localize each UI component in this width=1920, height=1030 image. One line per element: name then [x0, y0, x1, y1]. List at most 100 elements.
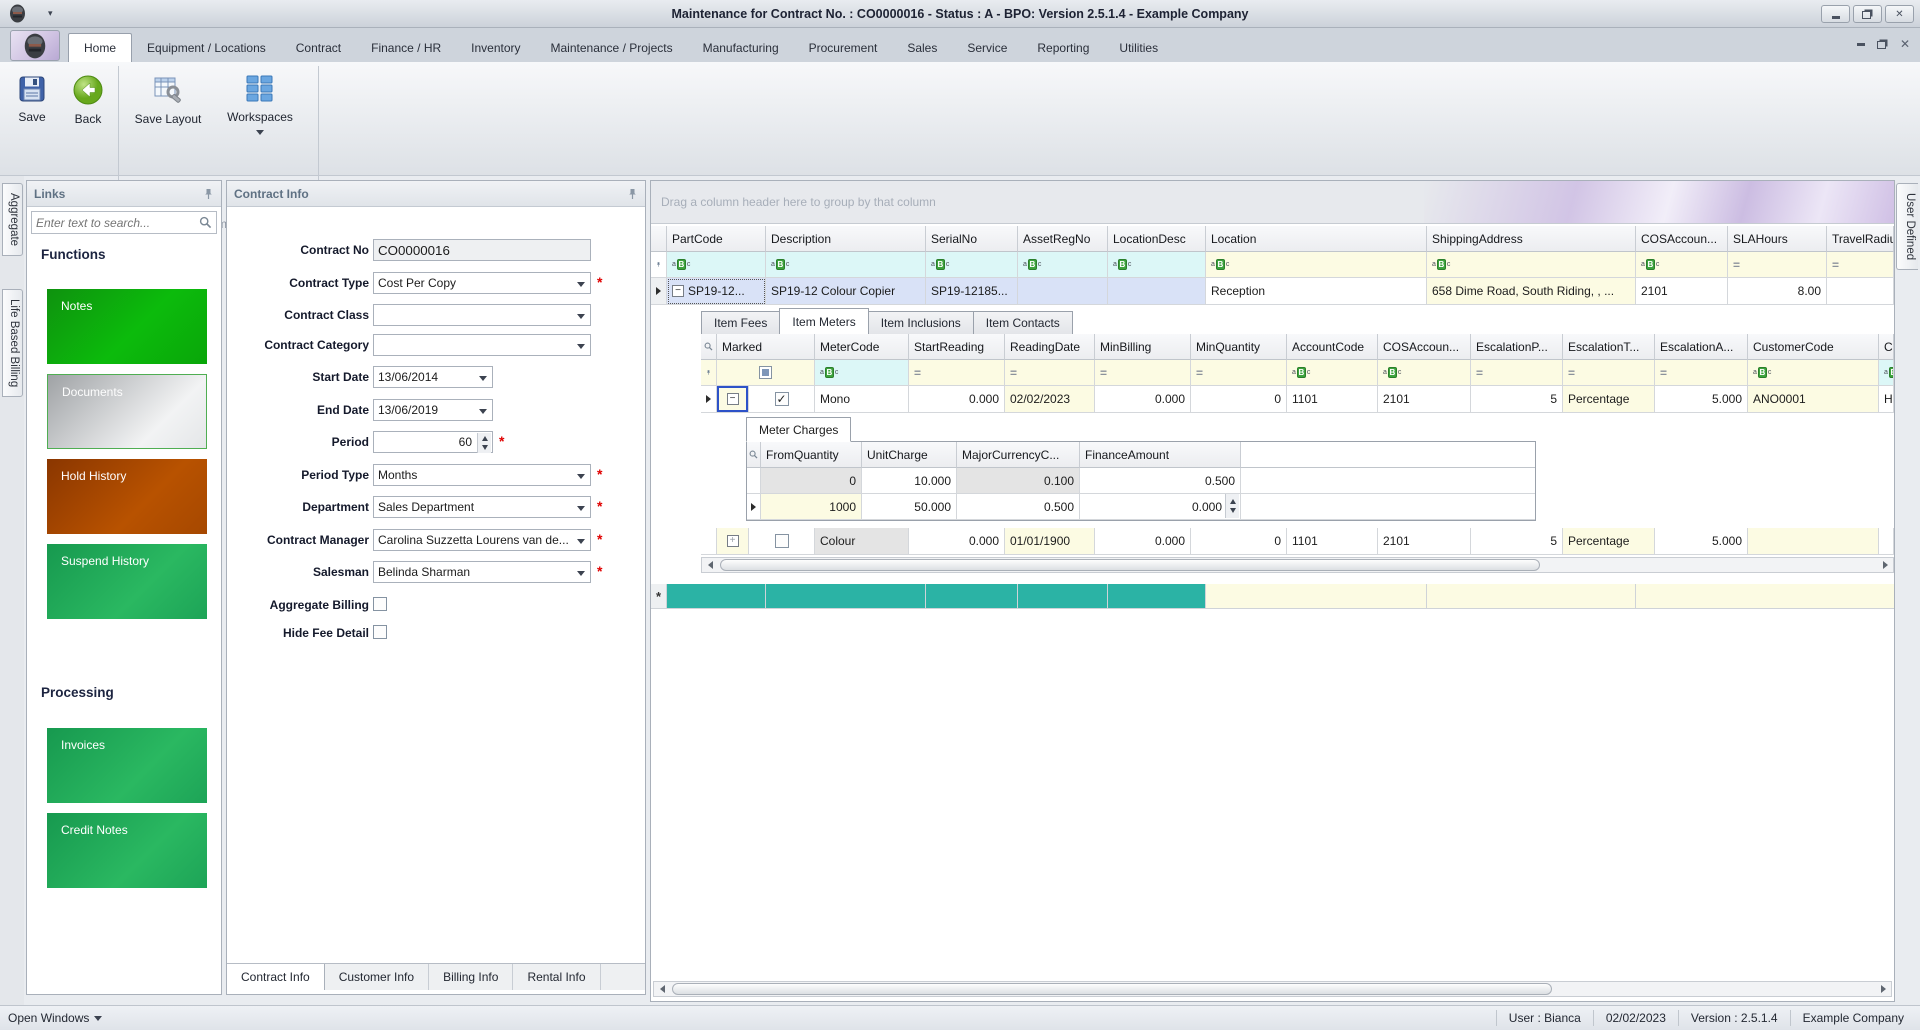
ribbon-tab-finance-hr[interactable]: Finance / HR — [356, 33, 456, 62]
column-header-shippingaddress[interactable]: ShippingAddress — [1427, 226, 1636, 252]
ribbon-tab-sales[interactable]: Sales — [892, 33, 952, 62]
column-header-minquantity[interactable]: MinQuantity — [1191, 334, 1287, 360]
cell-escalationp[interactable]: 5 — [1471, 528, 1563, 555]
scroll-right-icon[interactable] — [1877, 558, 1893, 572]
column-header-minbilling[interactable]: MinBilling — [1095, 334, 1191, 360]
filter-cell-customercode[interactable]: aBc — [1748, 360, 1879, 386]
mdi-restore-icon[interactable] — [1877, 41, 1886, 49]
column-header-slahours[interactable]: SLAHours — [1728, 226, 1827, 252]
equipment-horizontal-scrollbar[interactable] — [653, 981, 1892, 997]
column-header-escalationp[interactable]: EscalationP... — [1471, 334, 1563, 360]
workspaces-button[interactable]: Workspaces — [218, 68, 302, 160]
tab-billing-info[interactable]: Billing Info — [429, 964, 513, 990]
tab-item-contacts[interactable]: Item Contacts — [973, 311, 1073, 335]
open-windows-button[interactable]: Open Windows — [8, 1011, 102, 1025]
contract-manager-combo[interactable]: Carolina Suzzetta Lourens van de... — [373, 529, 591, 551]
filter-cell-escalationp[interactable]: = — [1471, 360, 1563, 386]
save-button[interactable]: Save — [4, 68, 60, 160]
cell-metercode[interactable]: Mono — [815, 386, 909, 413]
tab-meter-charges[interactable]: Meter Charges — [746, 417, 851, 442]
cell-escalationa[interactable]: 5.000 — [1655, 528, 1748, 555]
new-cell-assetregno[interactable] — [1018, 584, 1108, 609]
filter-cell-startreading[interactable]: = — [909, 360, 1005, 386]
back-button[interactable]: Back — [62, 68, 114, 160]
cell-accountcode[interactable]: 1101 — [1287, 528, 1378, 555]
column-header-fromquantity[interactable]: FromQuantity — [761, 442, 862, 468]
tab-customer-info[interactable]: Customer Info — [325, 964, 429, 990]
filter-cell-marked[interactable] — [717, 360, 815, 386]
new-cell-rest[interactable] — [1636, 584, 1894, 609]
collapse-row-icon[interactable]: − — [672, 285, 684, 297]
credit-notes-button[interactable]: Credit Notes — [47, 813, 207, 888]
mdi-close-icon[interactable]: ✕ — [1900, 37, 1910, 51]
filter-cell-cosaccount[interactable]: aBc — [1636, 252, 1728, 278]
scrollbar-thumb[interactable] — [720, 559, 1540, 571]
filter-cell-slahours[interactable]: = — [1728, 252, 1827, 278]
new-cell-shippingaddress[interactable] — [1427, 584, 1636, 609]
column-header-location[interactable]: Location — [1206, 226, 1427, 252]
cell-accountcode[interactable]: 1101 — [1287, 386, 1378, 413]
column-header-assetregno[interactable]: AssetRegNo — [1018, 226, 1108, 252]
notes-button[interactable]: Notes — [47, 289, 207, 364]
application-menu-button[interactable] — [10, 30, 60, 61]
scroll-left-icon[interactable] — [702, 558, 718, 572]
column-header-escalationa[interactable]: EscalationA... — [1655, 334, 1748, 360]
contract-type-combo[interactable]: Cost Per Copy — [373, 272, 591, 294]
cell-marked[interactable]: ✓ — [749, 386, 815, 413]
filter-cell-cosaccount[interactable]: aBc — [1378, 360, 1471, 386]
end-date-picker[interactable]: 13/06/2019 — [373, 399, 493, 421]
cell-expand[interactable]: + — [717, 528, 749, 555]
meter-row-colour[interactable]: + Colour 0.000 01/01/1900 0.000 0 1101 2… — [701, 528, 1894, 555]
cell-minbilling[interactable]: 0.000 — [1095, 528, 1191, 555]
column-header-marked[interactable]: Marked — [717, 334, 815, 360]
cell-minquantity[interactable]: 0 — [1191, 386, 1287, 413]
column-header-accountcode[interactable]: AccountCode — [1287, 334, 1378, 360]
column-header-partcode[interactable]: PartCode — [667, 226, 766, 252]
filter-cell-minbilling[interactable]: = — [1095, 360, 1191, 386]
ribbon-tab-reporting[interactable]: Reporting — [1022, 33, 1104, 62]
new-cell-locationdesc[interactable] — [1108, 584, 1206, 609]
aggregate-billing-checkbox[interactable] — [373, 597, 387, 611]
column-header-travelradius[interactable]: TravelRadiu — [1827, 226, 1894, 252]
filter-cell-metercode[interactable]: aBc — [815, 360, 909, 386]
filter-cell-escalationa[interactable]: = — [1655, 360, 1748, 386]
cell-customercode[interactable]: ANO0001 — [1748, 386, 1879, 413]
ribbon-tab-inventory[interactable]: Inventory — [456, 33, 535, 62]
filter-cell-locationdesc[interactable]: aBc — [1108, 252, 1206, 278]
meter-row-mono[interactable]: − ✓ Mono 0.000 02/02/2023 0.000 0 1101 2… — [701, 386, 1894, 413]
new-equipment-row[interactable]: * — [651, 584, 1894, 609]
cell-travelradius[interactable] — [1827, 278, 1894, 305]
cell-startreading[interactable]: 0.000 — [909, 528, 1005, 555]
cell-description[interactable]: SP19-12 Colour Copier — [766, 278, 926, 305]
scroll-right-icon[interactable] — [1875, 982, 1891, 996]
cell-minbilling[interactable]: 0.000 — [1095, 386, 1191, 413]
column-header-locationdesc[interactable]: LocationDesc — [1108, 226, 1206, 252]
filter-cell-location[interactable]: aBc — [1206, 252, 1427, 278]
save-layout-button[interactable]: Save Layout — [128, 68, 208, 160]
column-header-customer2[interactable]: Cus — [1879, 334, 1894, 360]
column-header-description[interactable]: Description — [766, 226, 926, 252]
cell-unitcharge[interactable]: 10.000 — [862, 468, 957, 494]
cell-financeamount[interactable]: 0.500 — [1080, 468, 1241, 494]
filter-cell-customer2[interactable]: aBc — [1879, 360, 1894, 386]
cell-slahours[interactable]: 8.00 — [1728, 278, 1827, 305]
filter-cell-shippingaddress[interactable]: aBc — [1427, 252, 1636, 278]
marked-checkbox-unchecked[interactable] — [775, 534, 789, 548]
mdi-minimize-icon[interactable] — [1857, 43, 1865, 46]
cell-escalationt[interactable]: Percentage — [1563, 386, 1655, 413]
period-stepper[interactable]: 60 — [373, 431, 493, 453]
cell-fromquantity[interactable]: 0 — [761, 468, 862, 494]
cell-customercode[interactable] — [1748, 528, 1879, 555]
filter-cell-escalationt[interactable]: = — [1563, 360, 1655, 386]
ribbon-tab-service[interactable]: Service — [952, 33, 1022, 62]
ribbon-tab-utilities[interactable]: Utilities — [1104, 33, 1173, 62]
cell-customer2[interactable] — [1879, 528, 1894, 555]
pin-icon[interactable] — [203, 188, 214, 200]
tab-item-meters[interactable]: Item Meters — [779, 308, 868, 335]
column-header-readingdate[interactable]: ReadingDate — [1005, 334, 1095, 360]
ribbon-tab-manufacturing[interactable]: Manufacturing — [688, 33, 794, 62]
cell-customer2[interactable]: Hea — [1879, 386, 1894, 413]
column-header-customercode[interactable]: CustomerCode — [1748, 334, 1879, 360]
cell-cosaccount[interactable]: 2101 — [1378, 528, 1471, 555]
column-header-metercode[interactable]: MeterCode — [815, 334, 909, 360]
